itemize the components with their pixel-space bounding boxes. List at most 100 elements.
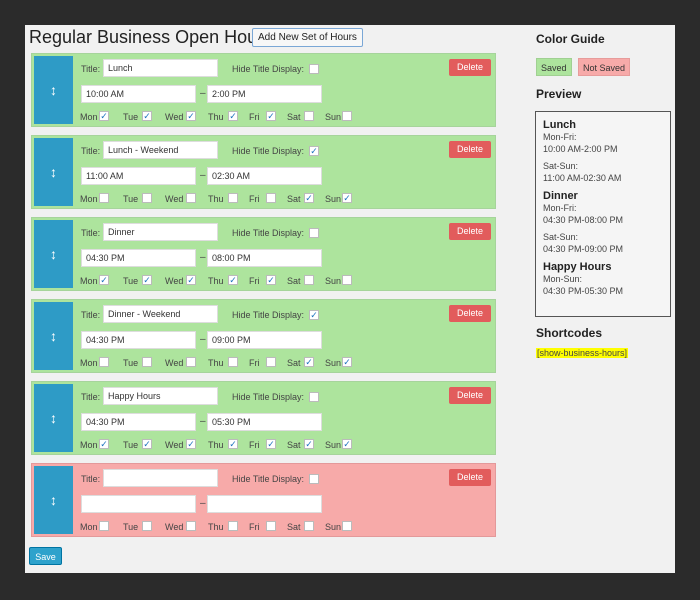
day-checkbox[interactable] <box>228 357 238 367</box>
not-saved-legend: Not Saved <box>578 58 631 76</box>
day-checkbox[interactable] <box>99 521 109 531</box>
day-checkbox[interactable]: ✓ <box>142 111 152 121</box>
day-checkbox[interactable]: ✓ <box>99 275 109 285</box>
end-time-input[interactable] <box>207 495 322 513</box>
end-time-input[interactable]: 05:30 PM <box>207 413 322 431</box>
start-time-input[interactable] <box>81 495 196 513</box>
title-input[interactable]: Lunch <box>103 59 218 77</box>
add-hours-button[interactable]: Add New Set of Hours <box>252 28 363 47</box>
day-checkbox[interactable]: ✓ <box>228 275 238 285</box>
title-input[interactable]: Happy Hours <box>103 387 218 405</box>
hours-block: ↕ Title: Lunch - Weekend Hide Title Display… <box>31 135 496 209</box>
day-checkbox[interactable] <box>342 275 352 285</box>
drag-handle-icon[interactable]: ↕ <box>34 56 73 124</box>
day-label: Thu <box>208 522 224 532</box>
day-checkbox[interactable] <box>228 521 238 531</box>
shortcodes-heading: Shortcodes <box>536 326 603 340</box>
end-time-input[interactable]: 02:30 AM <box>207 167 322 185</box>
day-checkbox[interactable] <box>142 357 152 367</box>
day-checkbox[interactable]: ✓ <box>342 193 352 203</box>
day-checkbox[interactable]: ✓ <box>99 439 109 449</box>
delete-button[interactable]: Delete <box>449 305 491 322</box>
start-time-input[interactable]: 04:30 PM <box>81 249 196 267</box>
hide-title-checkbox[interactable] <box>309 392 319 402</box>
preview-line: Sat-Sun: <box>543 232 579 242</box>
day-checkbox[interactable]: ✓ <box>186 439 196 449</box>
day-checkbox[interactable] <box>142 521 152 531</box>
time-separator: – <box>200 170 206 181</box>
hide-title-checkbox[interactable]: ✓ <box>309 310 319 320</box>
day-checkbox[interactable]: ✓ <box>142 439 152 449</box>
end-time-input[interactable]: 2:00 PM <box>207 85 322 103</box>
drag-handle-icon[interactable]: ↕ <box>34 466 73 534</box>
day-checkbox[interactable]: ✓ <box>304 439 314 449</box>
day-checkbox[interactable]: ✓ <box>266 439 276 449</box>
day-label: Thu <box>208 440 224 450</box>
title-input[interactable]: Lunch - Weekend <box>103 141 218 159</box>
day-label: Sun <box>325 194 342 204</box>
day-label: Thu <box>208 112 224 122</box>
day-checkbox[interactable] <box>99 357 109 367</box>
day-label: Tue <box>123 440 139 450</box>
delete-button[interactable]: Delete <box>449 387 491 404</box>
day-checkbox[interactable]: ✓ <box>99 111 109 121</box>
start-time-input[interactable]: 04:30 PM <box>81 331 196 349</box>
delete-button[interactable]: Delete <box>449 223 491 240</box>
day-checkbox[interactable] <box>266 521 276 531</box>
drag-handle-icon[interactable]: ↕ <box>34 220 73 288</box>
shortcode-text: [show-business-hours] <box>536 348 629 358</box>
day-label: Sun <box>325 358 342 368</box>
start-time-input[interactable]: 11:00 AM <box>81 167 196 185</box>
hide-title-checkbox[interactable] <box>309 228 319 238</box>
day-checkbox[interactable] <box>266 357 276 367</box>
day-checkbox[interactable]: ✓ <box>342 357 352 367</box>
day-checkbox[interactable]: ✓ <box>342 439 352 449</box>
title-input[interactable] <box>103 469 218 487</box>
day-checkbox[interactable]: ✓ <box>186 111 196 121</box>
day-checkbox[interactable] <box>142 193 152 203</box>
title-input[interactable]: Dinner - Weekend <box>103 305 218 323</box>
day-label: Sat <box>287 194 301 204</box>
delete-button[interactable]: Delete <box>449 59 491 76</box>
save-button[interactable]: Save <box>29 547 62 565</box>
start-time-input[interactable]: 10:00 AM <box>81 85 196 103</box>
day-checkbox[interactable] <box>266 193 276 203</box>
end-time-input[interactable]: 08:00 PM <box>207 249 322 267</box>
day-checkbox[interactable] <box>304 275 314 285</box>
title-label: Title: <box>81 228 101 238</box>
start-time-input[interactable]: 04:30 PM <box>81 413 196 431</box>
delete-button[interactable]: Delete <box>449 469 491 486</box>
day-checkbox[interactable] <box>342 521 352 531</box>
day-checkbox[interactable]: ✓ <box>186 275 196 285</box>
drag-handle-icon[interactable]: ↕ <box>34 384 73 452</box>
day-checkbox[interactable] <box>186 193 196 203</box>
drag-handle-icon[interactable]: ↕ <box>34 302 73 370</box>
drag-handle-icon[interactable]: ↕ <box>34 138 73 206</box>
day-checkbox[interactable]: ✓ <box>266 111 276 121</box>
time-separator: – <box>200 498 206 509</box>
day-checkbox[interactable]: ✓ <box>304 193 314 203</box>
hide-title-checkbox[interactable] <box>309 64 319 74</box>
title-input[interactable]: Dinner <box>103 223 218 241</box>
title-label: Title: <box>81 474 101 484</box>
day-checkbox[interactable] <box>342 111 352 121</box>
day-checkbox[interactable] <box>99 193 109 203</box>
day-checkbox[interactable] <box>186 521 196 531</box>
day-checkbox[interactable]: ✓ <box>228 111 238 121</box>
preview-line: 04:30 PM-08:00 PM <box>543 215 624 225</box>
day-checkbox[interactable] <box>186 357 196 367</box>
hide-title-checkbox[interactable]: ✓ <box>309 146 319 156</box>
hide-title-checkbox[interactable] <box>309 474 319 484</box>
day-checkbox[interactable]: ✓ <box>304 357 314 367</box>
end-time-input[interactable]: 09:00 PM <box>207 331 322 349</box>
preview-line: Mon-Fri: <box>543 132 577 142</box>
day-checkbox[interactable]: ✓ <box>266 275 276 285</box>
page-title: Regular Business Open Hours <box>29 27 273 47</box>
day-checkbox[interactable]: ✓ <box>142 275 152 285</box>
day-label: Tue <box>123 522 139 532</box>
day-checkbox[interactable] <box>304 521 314 531</box>
day-checkbox[interactable] <box>228 193 238 203</box>
day-checkbox[interactable]: ✓ <box>228 439 238 449</box>
day-checkbox[interactable] <box>304 111 314 121</box>
delete-button[interactable]: Delete <box>449 141 491 158</box>
